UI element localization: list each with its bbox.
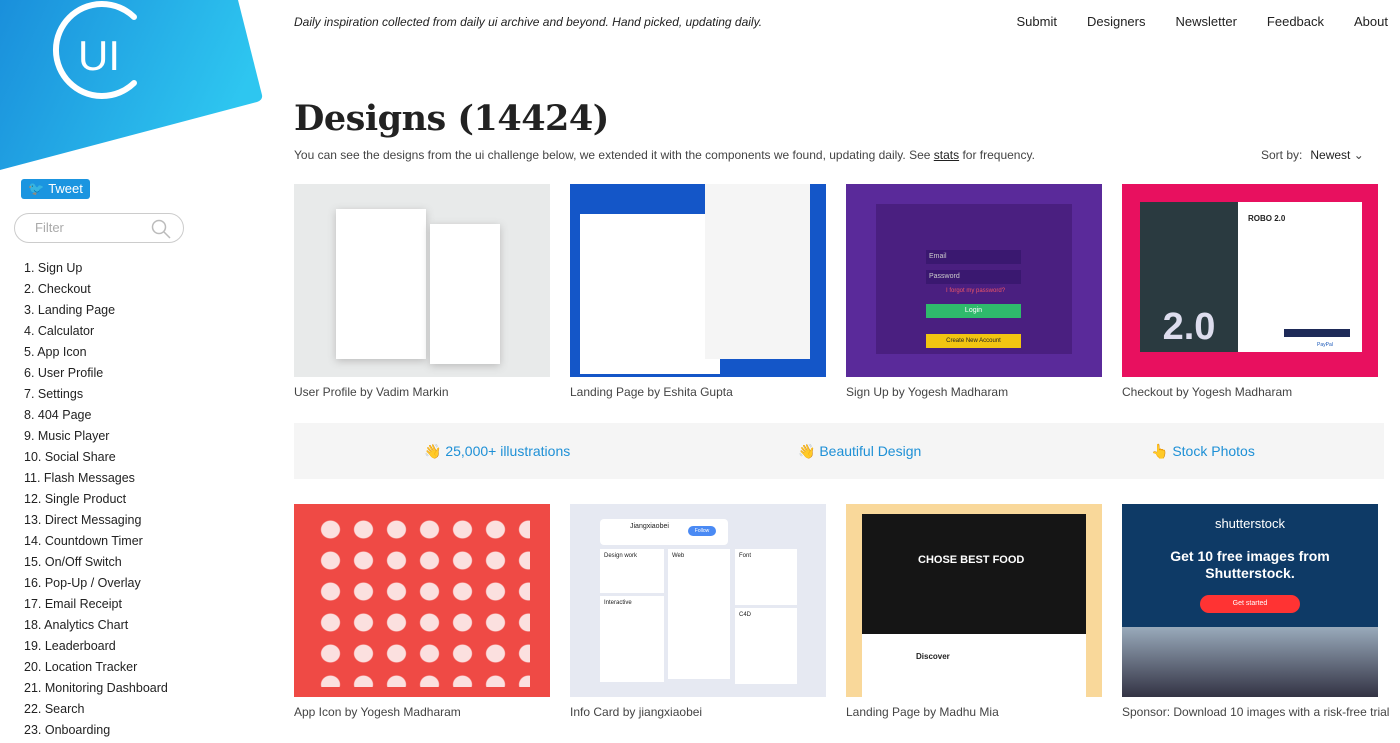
nav-link-about[interactable]: About (1354, 14, 1388, 29)
design-thumbnail[interactable]: Email Password I forgot my password? Login C… (846, 184, 1102, 377)
sidebar-item[interactable]: 3. Landing Page (24, 302, 168, 323)
sidebar-item[interactable]: 12. Single Product (24, 491, 168, 512)
sidebar-item[interactable]: 20. Location Tracker (24, 659, 168, 680)
chevron-down-icon: ⌄ (1353, 148, 1364, 162)
design-thumbnail[interactable]: shutterstock Get 10 free images from Shut… (1122, 504, 1378, 697)
top-nav: Submit Designers Newsletter Feedback About (987, 14, 1389, 29)
nav-link-designers[interactable]: Designers (1087, 14, 1146, 29)
nav-link-submit[interactable]: Submit (1017, 14, 1057, 29)
stats-link[interactable]: stats (934, 148, 959, 162)
promo-bar: 👋 25,000+ illustrations 👋 Beautiful Desi… (294, 423, 1384, 479)
design-thumbnail[interactable]: CHOSE BEST FOOD Discover (846, 504, 1102, 697)
sidebar-item[interactable]: 4. Calculator (24, 323, 168, 344)
get-started-button[interactable]: Get started (1200, 595, 1300, 613)
sidebar-item[interactable]: 19. Leaderboard (24, 638, 168, 659)
design-caption: Info Card by jiangxiaobei (570, 705, 703, 719)
design-thumbnail[interactable] (570, 184, 826, 377)
design-thumbnail[interactable]: Jiangxiaobei Follow Design work Interactive… (570, 504, 826, 697)
design-caption: Sign Up by Yogesh Madharam (846, 385, 1009, 399)
design-caption: Landing Page by Madhu Mia (846, 705, 999, 719)
design-caption: Landing Page by Eshita Gupta (570, 385, 733, 399)
design-thumbnail[interactable] (294, 184, 550, 377)
page-title: Designs (14424) (294, 98, 609, 139)
sidebar-item[interactable]: 8. 404 Page (24, 407, 168, 428)
design-card[interactable]: App Icon by Yogesh Madharam (294, 504, 550, 719)
sidebar-item[interactable]: 10. Social Share (24, 449, 168, 470)
design-caption: Checkout by Yogesh Madharam (1122, 385, 1293, 399)
tagline: Daily inspiration collected from daily u… (294, 15, 763, 29)
design-card[interactable]: shutterstock Get 10 free images from Shut… (1122, 504, 1390, 719)
design-card[interactable]: User Profile by Vadim Markin (294, 184, 550, 399)
logo[interactable]: UI (0, 0, 265, 175)
sidebar-challenge-list: 1. Sign Up 2. Checkout 3. Landing Page 4. C… (24, 260, 168, 743)
sidebar-item[interactable]: 1. Sign Up (24, 260, 168, 281)
design-thumbnail[interactable] (294, 504, 550, 697)
sidebar-item[interactable]: 17. Email Receipt (24, 596, 168, 617)
nav-link-feedback[interactable]: Feedback (1267, 14, 1324, 29)
sidebar-item[interactable]: 22. Search (24, 701, 168, 722)
design-caption: App Icon by Yogesh Madharam (294, 705, 461, 719)
design-caption: Sponsor: Download 10 images with a risk-… (1122, 705, 1390, 719)
sidebar-item[interactable]: 14. Countdown Timer (24, 533, 168, 554)
sidebar-item[interactable]: 2. Checkout (24, 281, 168, 302)
design-card[interactable]: CHOSE BEST FOOD Discover Landing Page by M… (846, 504, 1102, 719)
sidebar-item[interactable]: 13. Direct Messaging (24, 512, 168, 533)
sidebar-item[interactable]: 15. On/Off Switch (24, 554, 168, 575)
sidebar-item[interactable]: 18. Analytics Chart (24, 617, 168, 638)
sidebar-item[interactable]: 6. User Profile (24, 365, 168, 386)
promo-link[interactable]: 👋 25,000+ illustrations (424, 443, 570, 460)
design-card[interactable]: Landing Page by Eshita Gupta (570, 184, 826, 399)
design-card[interactable]: 2.0 ROBO 2.0 PayPal Checkout by Yogesh Madh… (1122, 184, 1378, 399)
sidebar-item[interactable]: 21. Monitoring Dashboard (24, 680, 168, 701)
nav-link-newsletter[interactable]: Newsletter (1176, 14, 1237, 29)
design-caption: User Profile by Vadim Markin (294, 385, 449, 399)
sidebar-item[interactable]: 9. Music Player (24, 428, 168, 449)
sidebar-item[interactable]: 7. Settings (24, 386, 168, 407)
twitter-icon: 🐦 (28, 181, 45, 196)
sidebar-item[interactable]: 23. Onboarding (24, 722, 168, 743)
design-card[interactable]: Jiangxiaobei Follow Design work Interactive… (570, 504, 826, 719)
sidebar-item[interactable]: 5. App Icon (24, 344, 168, 365)
tweet-button[interactable]: 🐦 Tweet (21, 179, 90, 199)
sidebar-item[interactable]: 16. Pop-Up / Overlay (24, 575, 168, 596)
promo-link[interactable]: 👋 Beautiful Design (798, 443, 921, 460)
sidebar-item[interactable]: 11. Flash Messages (24, 470, 168, 491)
filter-input[interactable]: Filter (14, 213, 184, 243)
logo-text: UI (78, 32, 120, 79)
promo-link[interactable]: 👆 Stock Photos (1151, 443, 1255, 460)
sort-dropdown[interactable]: Sort by: Newest ⌄ (1261, 148, 1364, 162)
design-card[interactable]: Email Password I forgot my password? Login C… (846, 184, 1102, 399)
search-icon[interactable] (151, 219, 171, 239)
design-thumbnail[interactable]: 2.0 ROBO 2.0 PayPal (1122, 184, 1378, 377)
page-subtitle: You can see the designs from the ui chal… (294, 148, 1035, 162)
